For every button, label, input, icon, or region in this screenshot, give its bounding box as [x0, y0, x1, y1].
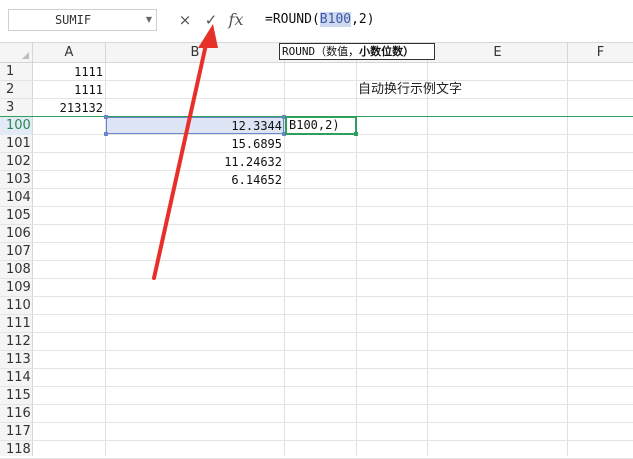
name-box[interactable]: SUMIF ▼ — [8, 9, 157, 31]
table-row: 116 — [0, 405, 633, 423]
table-row-active: 100 12.3344 B100,2) — [0, 115, 633, 136]
column-header-a[interactable]: A — [33, 43, 106, 62]
table-row: 114 — [0, 369, 633, 387]
active-edit-cell[interactable]: B100,2) — [285, 116, 357, 135]
table-row: 101 15.6895 — [0, 135, 633, 153]
row-header[interactable]: 107 — [0, 243, 32, 261]
row-header[interactable]: 113 — [0, 351, 32, 369]
formula-bar: SUMIF ▼ × ✓ fx =ROUND(B100,2) — [0, 0, 633, 42]
active-edit-text: B100,2) — [289, 118, 340, 132]
formula-reference: B100 — [319, 12, 352, 27]
table-row: 107 — [0, 243, 633, 261]
row-header[interactable]: 118 — [0, 441, 32, 459]
table-row: 118 — [0, 441, 633, 459]
table-row: 103 6.14652 — [0, 171, 633, 189]
table-row: 112 — [0, 333, 633, 351]
table-row: 109 — [0, 279, 633, 297]
cell-a3[interactable]: 213132 — [34, 99, 103, 116]
formula-text: =ROUND(B100,2) — [265, 8, 375, 32]
formula-input[interactable]: =ROUND(B100,2) — [257, 8, 633, 33]
row-header[interactable]: 104 — [0, 189, 32, 207]
cell-d2-text[interactable]: 自动换行示例文字 — [358, 81, 462, 98]
row-header[interactable]: 109 — [0, 279, 32, 297]
cell-b100[interactable]: 12.3344 — [107, 117, 282, 134]
row-header[interactable]: 2 — [0, 81, 32, 99]
row-header[interactable]: 110 — [0, 297, 32, 315]
cell-a1[interactable]: 1111 — [34, 63, 103, 80]
row-header[interactable]: 105 — [0, 207, 32, 225]
confirm-icon[interactable]: ✓ — [200, 8, 222, 32]
table-row: 105 — [0, 207, 633, 225]
table-row: 2 1111 自动换行示例文字 — [0, 81, 633, 99]
row-header[interactable]: 108 — [0, 261, 32, 279]
row-header[interactable]: 115 — [0, 387, 32, 405]
table-row: 102 11.24632 — [0, 153, 633, 171]
cell-b101[interactable]: 15.6895 — [107, 135, 282, 152]
row-header[interactable]: 102 — [0, 153, 32, 171]
row-header[interactable]: 112 — [0, 333, 32, 351]
row-header[interactable]: 100 — [0, 117, 32, 135]
formula-suffix: ,2) — [351, 12, 375, 27]
row-header[interactable]: 117 — [0, 423, 32, 441]
row-header[interactable]: 106 — [0, 225, 32, 243]
row-header[interactable]: 114 — [0, 369, 32, 387]
insert-function-icon[interactable]: fx — [225, 8, 247, 32]
table-row: 115 — [0, 387, 633, 405]
table-row: 104 — [0, 189, 633, 207]
row-header[interactable]: 103 — [0, 171, 32, 189]
row-header[interactable]: 116 — [0, 405, 32, 423]
row-header[interactable]: 1 — [0, 63, 32, 81]
tooltip-arg-value: 数值， — [326, 45, 360, 58]
cell-b103[interactable]: 6.14652 — [107, 171, 282, 188]
column-header-b[interactable]: B — [106, 43, 285, 62]
table-row: 113 — [0, 351, 633, 369]
table-row: 1 1111 — [0, 63, 633, 81]
cancel-icon[interactable]: × — [174, 8, 196, 32]
cell-b102[interactable]: 11.24632 — [107, 153, 282, 170]
sheet-grid[interactable]: 1 1111 2 1111 自动换行示例文字 3 213132 100 12.3… — [0, 63, 633, 459]
column-header-f[interactable]: F — [568, 43, 633, 62]
row-header[interactable]: 3 — [0, 99, 32, 117]
tooltip-function: ROUND（ — [282, 45, 327, 58]
select-all-corner[interactable] — [0, 43, 33, 62]
row-header[interactable]: 111 — [0, 315, 32, 333]
select-all-icon — [22, 52, 29, 59]
table-row: 3 213132 — [0, 99, 633, 117]
table-row: 117 — [0, 423, 633, 441]
name-box-dropdown-icon[interactable]: ▼ — [146, 10, 152, 30]
name-box-value: SUMIF — [54, 13, 92, 27]
row-header[interactable]: 101 — [0, 135, 32, 153]
table-row: 108 — [0, 261, 633, 279]
formula-prefix: =ROUND( — [265, 12, 320, 27]
tooltip-arg-digits: 小数位数） — [359, 45, 415, 58]
table-row: 111 — [0, 315, 633, 333]
cell-a2[interactable]: 1111 — [34, 81, 103, 98]
column-header-e[interactable]: E — [428, 43, 568, 62]
table-row: 106 — [0, 225, 633, 243]
table-row: 110 — [0, 297, 633, 315]
function-hint-tooltip: ROUND（数值，小数位数） — [279, 43, 435, 60]
